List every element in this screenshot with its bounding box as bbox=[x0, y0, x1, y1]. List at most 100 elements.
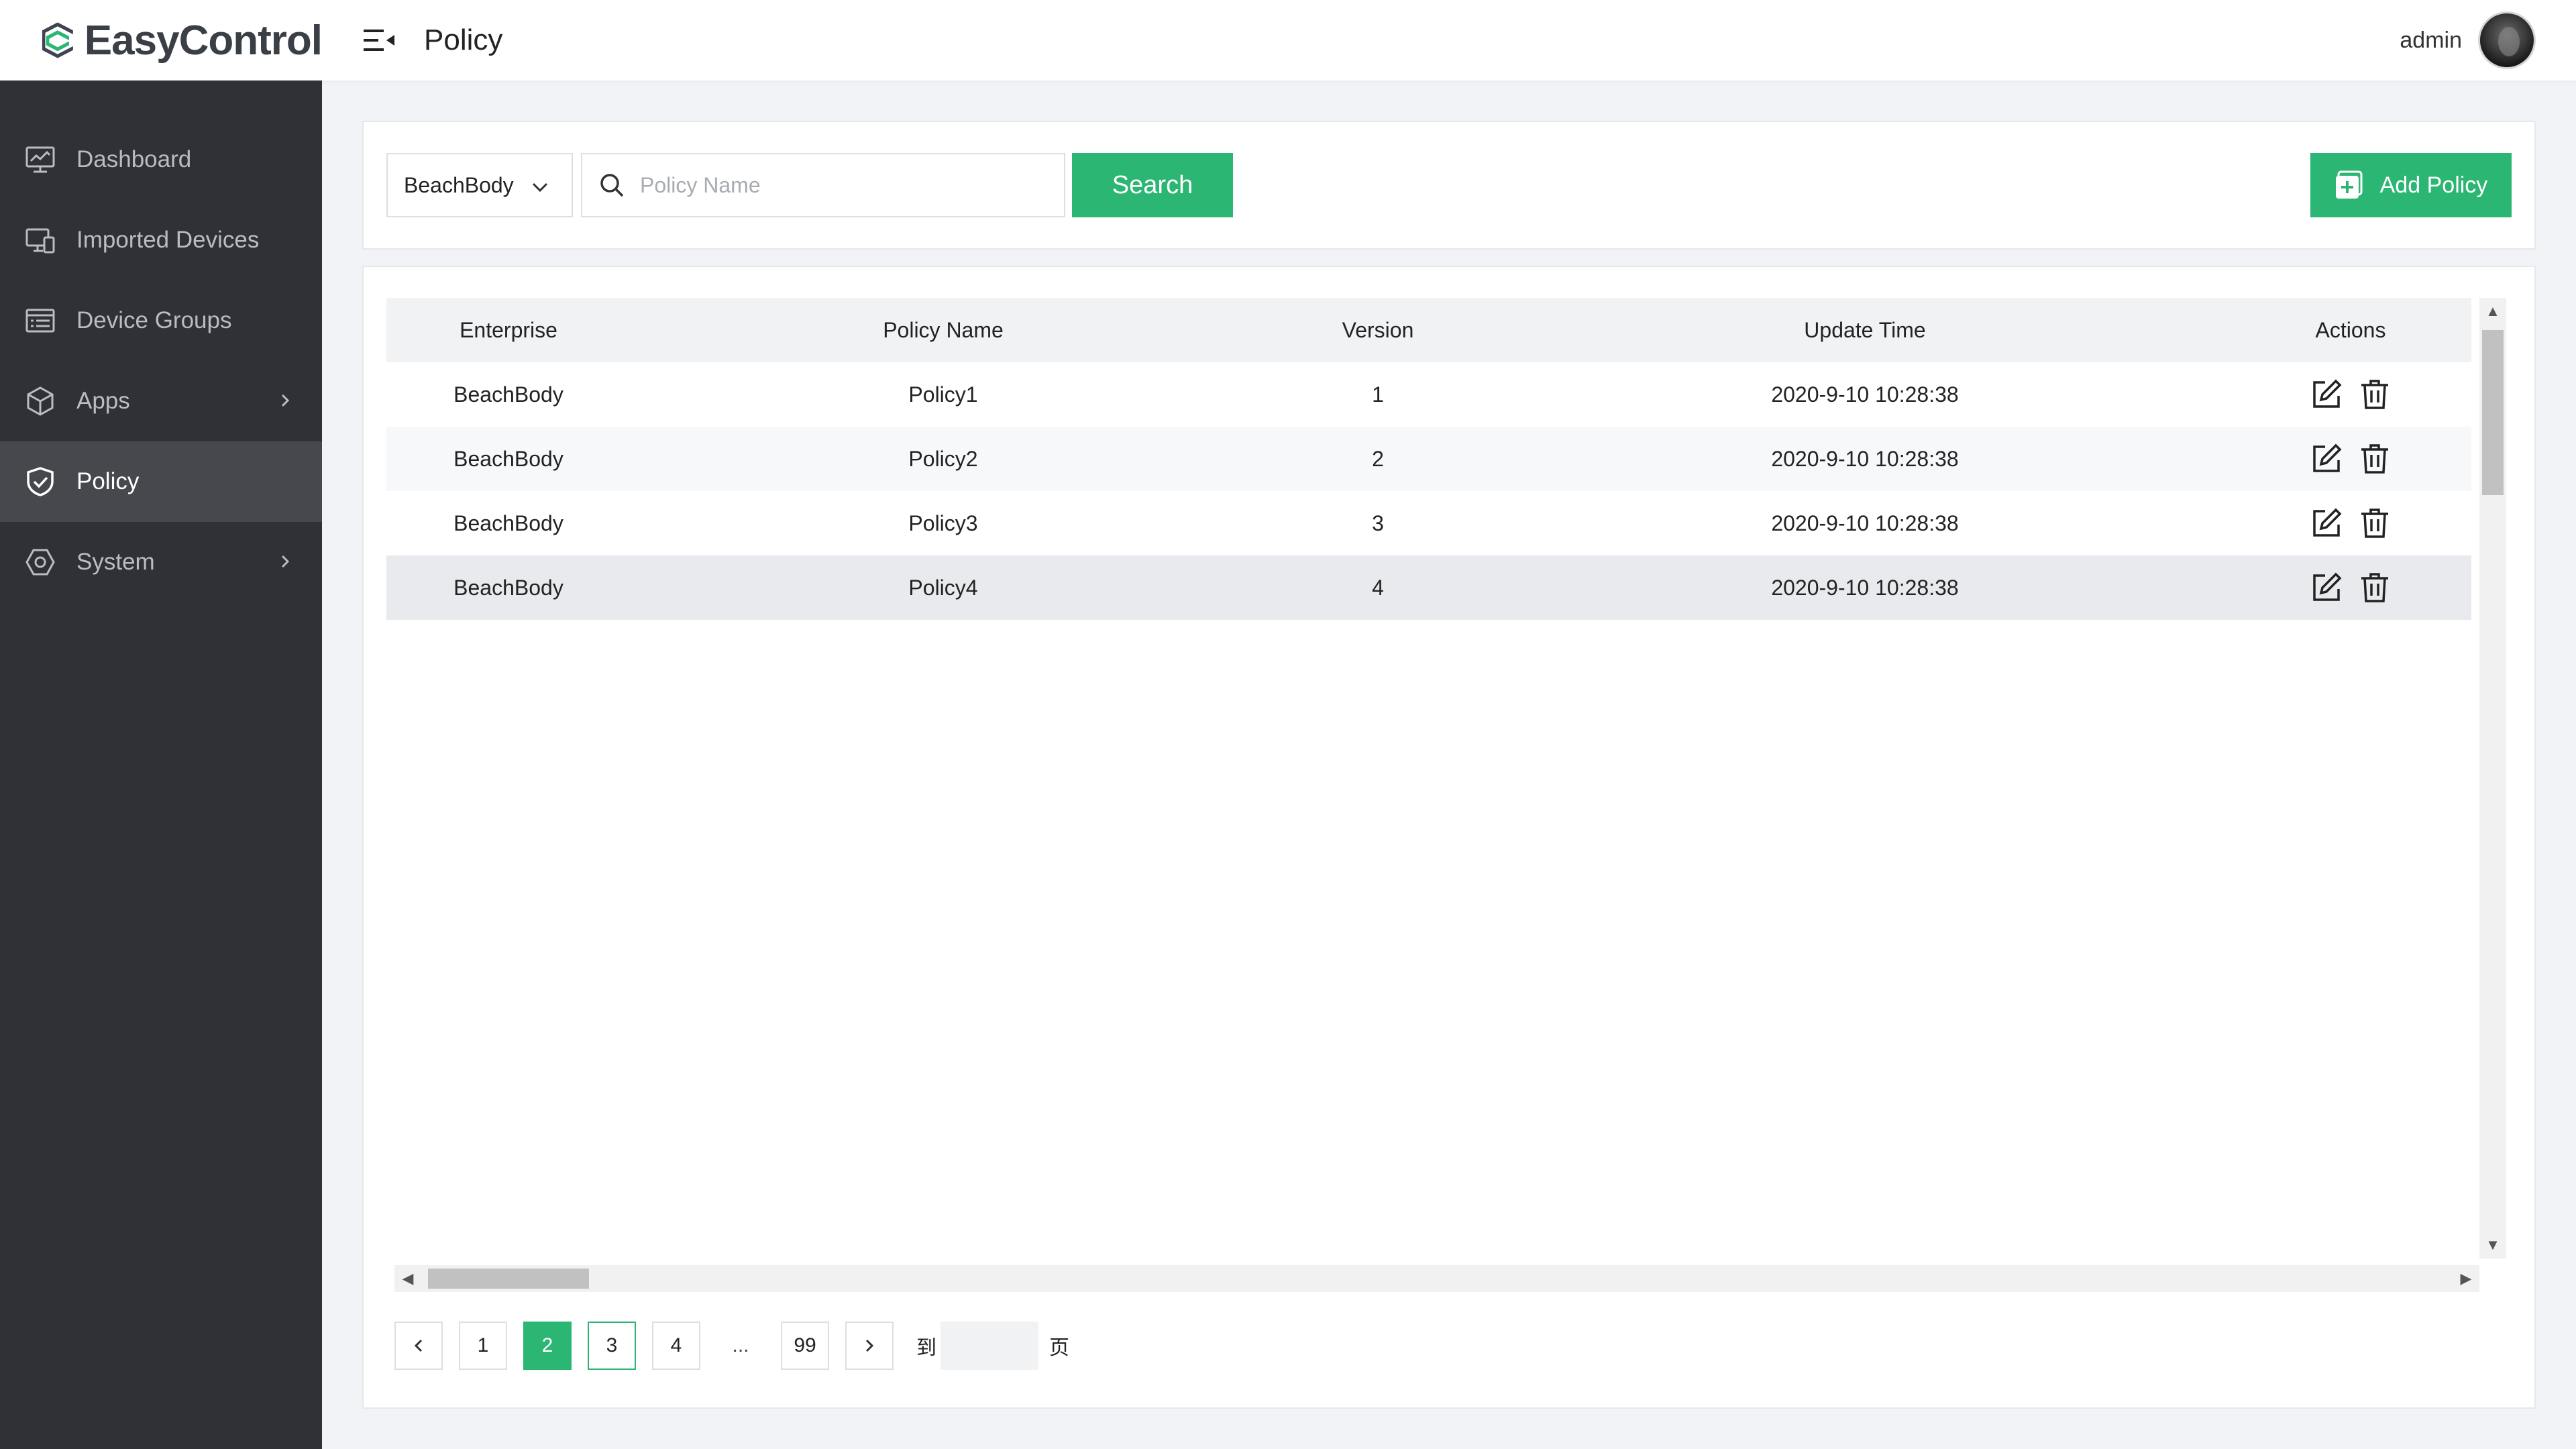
cell-policy-name: Policy3 bbox=[631, 511, 1256, 536]
table-row[interactable]: BeachBody Policy4 4 2020-9-10 10:28:38 bbox=[386, 555, 2471, 620]
dashboard-icon bbox=[23, 142, 58, 177]
avatar[interactable] bbox=[2478, 11, 2536, 69]
page-button-4[interactable]: 4 bbox=[652, 1322, 700, 1370]
search-box bbox=[581, 153, 1065, 217]
cell-policy-name: Policy2 bbox=[631, 447, 1256, 472]
shield-check-icon bbox=[23, 464, 58, 499]
cell-enterprise: BeachBody bbox=[386, 447, 631, 472]
apps-box-icon bbox=[23, 384, 58, 419]
cell-version: 1 bbox=[1256, 382, 1500, 407]
cell-update-time: 2020-9-10 10:28:38 bbox=[1500, 382, 2230, 407]
add-square-icon bbox=[2334, 170, 2364, 200]
sidebar: Dashboard Imported Devices Device Groups bbox=[0, 80, 322, 1449]
vertical-scrollbar-thumb[interactable] bbox=[2482, 330, 2504, 495]
chevron-right-icon bbox=[859, 1336, 879, 1356]
sidebar-item-system[interactable]: System bbox=[0, 522, 322, 602]
edit-icon[interactable] bbox=[2310, 443, 2343, 475]
page-button-3[interactable]: 3 bbox=[588, 1322, 636, 1370]
edit-icon[interactable] bbox=[2310, 378, 2343, 411]
horizontal-scrollbar[interactable]: ◀ ▶ bbox=[394, 1265, 2479, 1292]
prev-page-button[interactable] bbox=[394, 1322, 443, 1370]
policy-table: Enterprise Policy Name Version Update Ti… bbox=[386, 298, 2471, 620]
table-row[interactable]: BeachBody Policy1 1 2020-9-10 10:28:38 bbox=[386, 362, 2471, 427]
scroll-right-arrow-icon[interactable]: ▶ bbox=[2453, 1265, 2479, 1292]
chevron-down-icon bbox=[529, 176, 551, 199]
search-icon bbox=[597, 170, 627, 200]
cell-policy-name: Policy4 bbox=[631, 576, 1256, 600]
edit-icon[interactable] bbox=[2310, 572, 2343, 604]
goto-prefix: 到 bbox=[916, 1331, 936, 1360]
username[interactable]: admin bbox=[2400, 28, 2462, 54]
cell-update-time: 2020-9-10 10:28:38 bbox=[1500, 447, 2230, 472]
scroll-left-arrow-icon[interactable]: ◀ bbox=[394, 1265, 421, 1292]
column-header-actions: Actions bbox=[2230, 318, 2471, 343]
sidebar-item-label: Device Groups bbox=[76, 307, 231, 334]
policy-table-card: Enterprise Policy Name Version Update Ti… bbox=[362, 266, 2536, 1409]
chevron-right-icon bbox=[275, 390, 295, 411]
sidebar-item-dashboard[interactable]: Dashboard bbox=[0, 119, 322, 200]
user-area: admin bbox=[2400, 11, 2576, 69]
pagination: 1 2 3 4 ... 99 到 页 bbox=[394, 1322, 1073, 1370]
edit-icon[interactable] bbox=[2310, 507, 2343, 539]
devices-icon bbox=[23, 223, 58, 258]
sidebar-item-label: Apps bbox=[76, 388, 130, 415]
sidebar-item-policy[interactable]: Policy bbox=[0, 441, 322, 522]
add-policy-button[interactable]: Add Policy bbox=[2310, 153, 2512, 217]
sidebar-item-label: Dashboard bbox=[76, 146, 191, 173]
trash-icon[interactable] bbox=[2359, 378, 2391, 411]
column-header-policy-name: Policy Name bbox=[631, 318, 1256, 343]
menu-collapse-icon bbox=[362, 27, 396, 54]
chevron-right-icon bbox=[275, 551, 295, 572]
trash-icon[interactable] bbox=[2359, 443, 2391, 475]
sidebar-item-device-groups[interactable]: Device Groups bbox=[0, 280, 322, 361]
cell-update-time: 2020-9-10 10:28:38 bbox=[1500, 576, 2230, 600]
page-button-last[interactable]: 99 bbox=[781, 1322, 829, 1370]
vertical-scrollbar[interactable]: ▲ ▼ bbox=[2479, 298, 2506, 1258]
page-title: Policy bbox=[424, 23, 502, 57]
chevron-left-icon bbox=[409, 1336, 429, 1356]
gear-icon bbox=[23, 545, 58, 580]
enterprise-select[interactable]: BeachBody bbox=[386, 153, 573, 217]
search-button[interactable]: Search bbox=[1072, 153, 1233, 217]
column-header-update-time: Update Time bbox=[1500, 318, 2230, 343]
table-row[interactable]: BeachBody Policy3 3 2020-9-10 10:28:38 bbox=[386, 491, 2471, 555]
goto-suffix: 页 bbox=[1049, 1331, 1069, 1360]
cell-version: 3 bbox=[1256, 511, 1500, 536]
cell-version: 2 bbox=[1256, 447, 1500, 472]
add-policy-label: Add Policy bbox=[2380, 172, 2488, 199]
cell-enterprise: BeachBody bbox=[386, 511, 631, 536]
cell-policy-name: Policy1 bbox=[631, 382, 1256, 407]
column-header-version: Version bbox=[1256, 318, 1500, 343]
sidebar-item-label: System bbox=[76, 549, 155, 576]
sidebar-item-label: Imported Devices bbox=[76, 227, 259, 254]
sidebar-item-imported-devices[interactable]: Imported Devices bbox=[0, 200, 322, 280]
table-header: Enterprise Policy Name Version Update Ti… bbox=[386, 298, 2471, 362]
device-groups-icon bbox=[23, 303, 58, 338]
cell-version: 4 bbox=[1256, 576, 1500, 600]
policy-name-search-input[interactable] bbox=[640, 173, 1042, 198]
scroll-down-arrow-icon[interactable]: ▼ bbox=[2479, 1232, 2506, 1258]
filter-toolbar: BeachBody Search Add Policy bbox=[362, 121, 2536, 250]
cell-update-time: 2020-9-10 10:28:38 bbox=[1500, 511, 2230, 536]
top-header: EasyControl Policy admin bbox=[0, 0, 2576, 80]
logo-text: EasyControl bbox=[85, 17, 322, 64]
cell-enterprise: BeachBody bbox=[386, 382, 631, 407]
goto-page-input[interactable] bbox=[941, 1322, 1038, 1370]
sidebar-item-label: Policy bbox=[76, 468, 139, 495]
column-header-enterprise: Enterprise bbox=[386, 318, 631, 343]
sidebar-item-apps[interactable]: Apps bbox=[0, 361, 322, 441]
trash-icon[interactable] bbox=[2359, 507, 2391, 539]
logo-icon bbox=[40, 15, 75, 66]
menu-collapse-button[interactable] bbox=[362, 23, 396, 57]
trash-icon[interactable] bbox=[2359, 572, 2391, 604]
pagination-ellipsis[interactable]: ... bbox=[716, 1334, 765, 1357]
page-button-2[interactable]: 2 bbox=[523, 1322, 572, 1370]
enterprise-select-value: BeachBody bbox=[404, 173, 514, 198]
next-page-button[interactable] bbox=[845, 1322, 894, 1370]
scroll-up-arrow-icon[interactable]: ▲ bbox=[2479, 298, 2506, 325]
cell-enterprise: BeachBody bbox=[386, 576, 631, 600]
table-row[interactable]: BeachBody Policy2 2 2020-9-10 10:28:38 bbox=[386, 427, 2471, 491]
horizontal-scrollbar-thumb[interactable] bbox=[428, 1269, 589, 1289]
page-button-1[interactable]: 1 bbox=[459, 1322, 507, 1370]
logo[interactable]: EasyControl bbox=[0, 15, 322, 66]
